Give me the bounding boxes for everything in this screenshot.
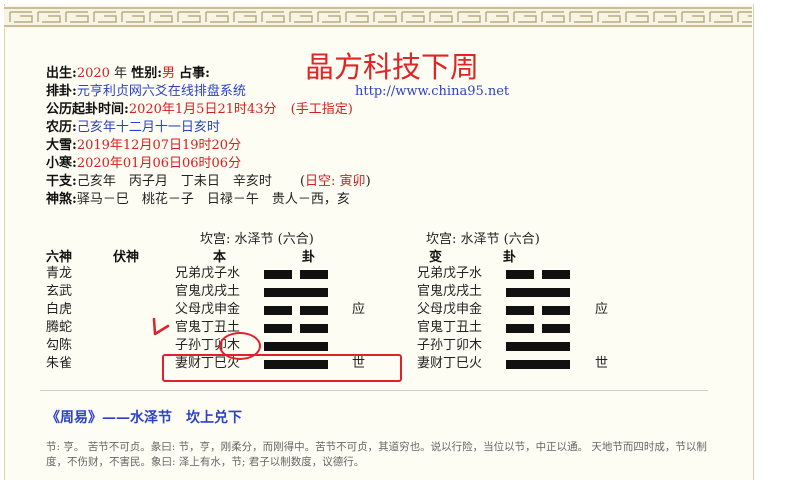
matter-label: 占事:	[179, 66, 210, 81]
paigua-label: 排卦:	[46, 84, 77, 99]
ben-line-2	[264, 306, 328, 315]
time-line: 公历起卦时间:2020年1月5日21时43分 (手工指定)	[46, 102, 353, 118]
bian-line-2	[506, 306, 570, 315]
zhouyi-text: 节: 亨。 苦节不可贞。彖曰: 节，亨，刚柔分，而刚得中。苦节不可贞，其道穷也。…	[46, 441, 707, 468]
ben-line-4	[264, 342, 328, 351]
time-note: (手工指定)	[290, 102, 353, 117]
header-fushen: 伏神	[113, 250, 140, 265]
bian-yao-5: 妻财丁巳火	[417, 356, 483, 371]
ben-line-1	[264, 288, 328, 297]
lunar-value: 己亥年十二月十一日亥时	[76, 120, 220, 135]
shensha-label: 神煞:	[46, 192, 77, 207]
lunar-line: 农历:己亥年十二月十一日亥时	[46, 120, 220, 136]
bian-mark-5: 世	[595, 356, 609, 371]
divider	[40, 390, 708, 391]
annotation-arrow-icon	[152, 317, 170, 336]
gender-label: 性别:	[131, 66, 163, 81]
liushen-1: 玄武	[46, 284, 73, 299]
time-value: 2020年1月5日21时43分	[128, 102, 277, 117]
gender-value: 男	[162, 66, 176, 81]
daxue-line: 大雪:2019年12月07日19时20分	[46, 138, 241, 154]
header-bian: 变	[429, 250, 443, 265]
ben-line-3	[264, 324, 328, 333]
liushen-4: 勾陈	[46, 338, 73, 353]
header-liushen: 六神	[46, 250, 73, 265]
system-name: 元亨利贞网六爻在线排盘系统	[76, 84, 246, 99]
liushen-3: 腾蛇	[46, 320, 73, 335]
liushen-0: 青龙	[46, 266, 73, 281]
shensha-value: 驿马－巳 桃花－子 日禄－午 贵人－西，亥	[76, 192, 350, 207]
kong-close: )	[365, 174, 371, 189]
bian-line-0	[506, 270, 570, 279]
annotation-box	[162, 354, 402, 382]
site-url[interactable]: http://www.china95.net	[355, 84, 509, 100]
left-palace: 坎宫: 水泽节 (六合)	[200, 232, 314, 247]
bian-line-4	[506, 342, 570, 351]
bian-line-1	[506, 288, 570, 297]
bian-mark-2: 应	[595, 302, 609, 317]
ben-yao-2: 父母戊申金	[175, 302, 241, 317]
paigua-line: 排卦:元亨利贞网六爻在线排盘系统	[46, 84, 246, 100]
ben-yao-0: 兄弟戊子水	[175, 266, 241, 281]
ganzhi-line: 干支:己亥年 丙子月 丁未日 辛亥时 (日空: 寅卯)	[46, 174, 371, 190]
right-palace: 坎宫: 水泽节 (六合)	[426, 232, 540, 247]
ben-mark-2: 应	[352, 302, 366, 317]
header-gua-right: 卦	[503, 250, 517, 265]
liushen-2: 白虎	[46, 302, 73, 317]
birth-label: 出生:	[46, 66, 77, 81]
bian-yao-2: 父母戊申金	[417, 302, 483, 317]
daxue-label: 大雪:	[46, 138, 77, 153]
bian-line-5	[506, 360, 570, 369]
xiaohan-value: 2020年01月06日06时06分	[76, 156, 242, 171]
birth-year: 2020	[76, 66, 110, 81]
header-gua: 卦	[302, 250, 316, 265]
header-ben: 本	[213, 250, 227, 265]
time-label: 公历起卦时间:	[46, 102, 129, 117]
xiaohan-label: 小寒:	[46, 156, 77, 171]
daxue-value: 2019年12月07日19时20分	[76, 138, 242, 153]
liushen-5: 朱雀	[46, 356, 73, 371]
overlay-title: 晶方科技下周	[305, 50, 480, 84]
ganzhi-value: 己亥年 丙子月 丁未日 辛亥时	[76, 174, 272, 189]
ganzhi-label: 干支:	[46, 174, 77, 189]
bian-yao-0: 兄弟戊子水	[417, 266, 483, 281]
kong-value: 日空: 寅卯	[305, 174, 366, 189]
bian-yao-3: 官鬼丁丑土	[417, 320, 483, 335]
year-unit: 年	[114, 66, 128, 81]
shensha-line: 神煞:驿马－巳 桃花－子 日禄－午 贵人－西，亥	[46, 192, 350, 208]
xiaohan-line: 小寒:2020年01月06日06时06分	[46, 156, 241, 172]
lunar-label: 农历:	[46, 120, 77, 135]
bian-yao-1: 官鬼戊戌土	[417, 284, 483, 299]
zhouyi-title: 《周易》——水泽节 坎上兑下	[46, 410, 242, 426]
ben-line-0	[264, 270, 328, 279]
decorative-border	[4, 6, 752, 28]
birth-line: 出生:2020 年 性别:男 占事:	[46, 66, 210, 82]
bian-yao-4: 子孙丁卯木	[417, 338, 483, 353]
bian-line-3	[506, 324, 570, 333]
ben-yao-1: 官鬼戊戌土	[175, 284, 241, 299]
